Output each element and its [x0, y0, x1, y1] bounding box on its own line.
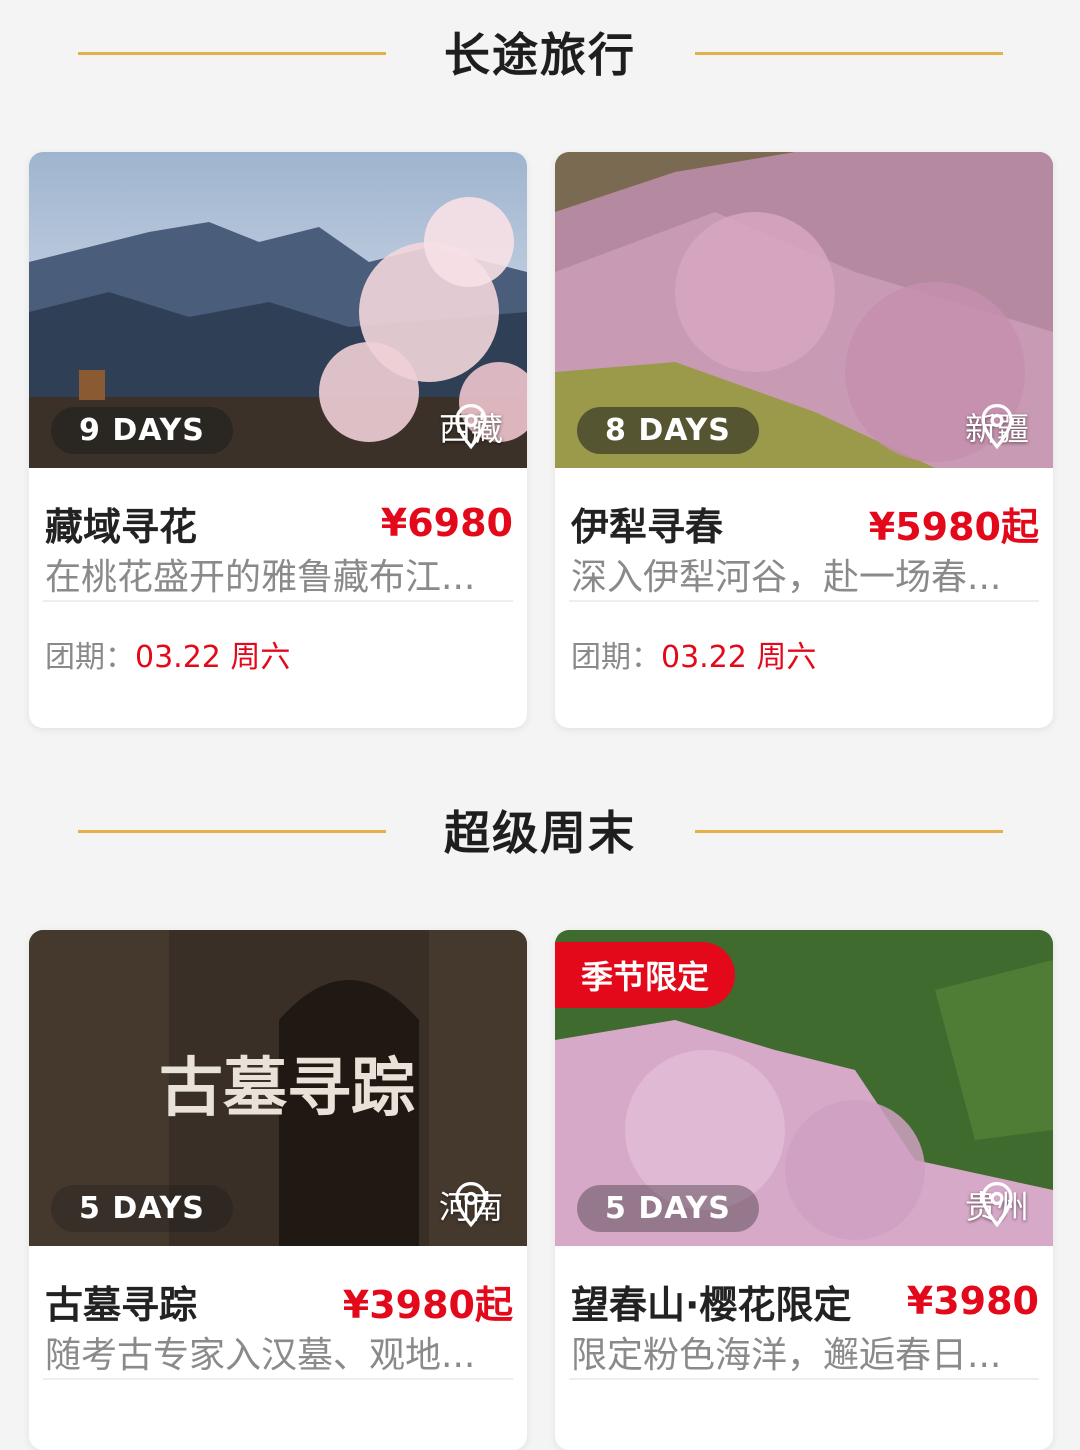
- date-value: 03.22 周六: [661, 640, 817, 675]
- trip-price: ¥3980: [906, 1279, 1039, 1323]
- trip-price: ¥5980起: [868, 504, 1039, 549]
- image-calligraphy: 古墓寻踪: [159, 1051, 415, 1126]
- section-header-long-trip: 长途旅行: [0, 12, 1080, 92]
- trip-description: 在桃花盛开的雅鲁藏布江...: [45, 557, 476, 598]
- section-header-weekend: 超级周末: [0, 790, 1080, 870]
- header-divider-left: [78, 52, 386, 55]
- trip-card-henan[interactable]: 古墓寻踪 5 DAYS 河南 古墓寻踪 ¥3980起 随考古专家入汉墓、观地..…: [29, 930, 527, 1450]
- map-pin-icon: [455, 1182, 487, 1228]
- trip-image: 季节限定 5 DAYS 贵州: [555, 930, 1053, 1246]
- location-label: 新疆: [965, 404, 1029, 450]
- trip-title: 伊犁寻春: [571, 504, 724, 549]
- map-pin-icon: [455, 404, 487, 450]
- departure-date: 团期： 03.22 周六: [569, 602, 1039, 706]
- season-tag: 季节限定: [555, 942, 736, 1008]
- trip-card-tibet[interactable]: 9 DAYS 西藏 藏域寻花 ¥6980 在桃花盛开的雅鲁藏布江... 团期： …: [29, 152, 527, 728]
- date-label: 团期：: [45, 640, 135, 675]
- days-badge: 8 DAYS: [577, 407, 759, 454]
- trip-description: 深入伊犁河谷，赴一场春...: [571, 557, 1002, 598]
- trip-title: 望春山·樱花限定: [571, 1282, 852, 1327]
- trip-description: 随考古专家入汉墓、观地...: [45, 1335, 476, 1376]
- card-divider: [569, 1378, 1039, 1380]
- trip-image: 9 DAYS 西藏: [29, 152, 527, 468]
- trip-card-xinjiang[interactable]: 8 DAYS 新疆 伊犁寻春 ¥5980起 深入伊犁河谷，赴一场春... 团期：…: [555, 152, 1053, 728]
- section-title: 超级周末: [444, 806, 636, 860]
- days-badge: 5 DAYS: [51, 1185, 233, 1232]
- trip-image: 古墓寻踪 5 DAYS 河南: [29, 930, 527, 1246]
- location-label: 河南: [439, 1182, 503, 1228]
- date-label: 团期：: [571, 640, 661, 675]
- trip-description: 限定粉色海洋，邂逅春日...: [571, 1335, 1002, 1376]
- header-divider-right: [695, 830, 1003, 833]
- map-pin-icon: [981, 404, 1013, 450]
- trip-price: ¥6980: [380, 501, 513, 545]
- trip-card-guizhou[interactable]: 季节限定 5 DAYS 贵州 望春山·樱花限定 ¥3980 限定粉色海洋，邂逅春…: [555, 930, 1053, 1450]
- departure-date: 团期： 03.22 周六: [43, 602, 513, 706]
- map-pin-icon: [981, 1182, 1013, 1228]
- location-label: 贵州: [965, 1182, 1029, 1228]
- days-badge: 9 DAYS: [51, 407, 233, 454]
- location-label: 西藏: [439, 404, 503, 450]
- trip-title: 藏域寻花: [45, 504, 198, 549]
- date-value: 03.22 周六: [135, 640, 291, 675]
- trip-image: 8 DAYS 新疆: [555, 152, 1053, 468]
- section-title: 长途旅行: [444, 28, 636, 82]
- header-divider-right: [695, 52, 1003, 55]
- trip-title: 古墓寻踪: [45, 1282, 198, 1327]
- trip-price: ¥3980起: [342, 1282, 513, 1327]
- card-divider: [43, 1378, 513, 1380]
- header-divider-left: [78, 830, 386, 833]
- days-badge: 5 DAYS: [577, 1185, 759, 1232]
